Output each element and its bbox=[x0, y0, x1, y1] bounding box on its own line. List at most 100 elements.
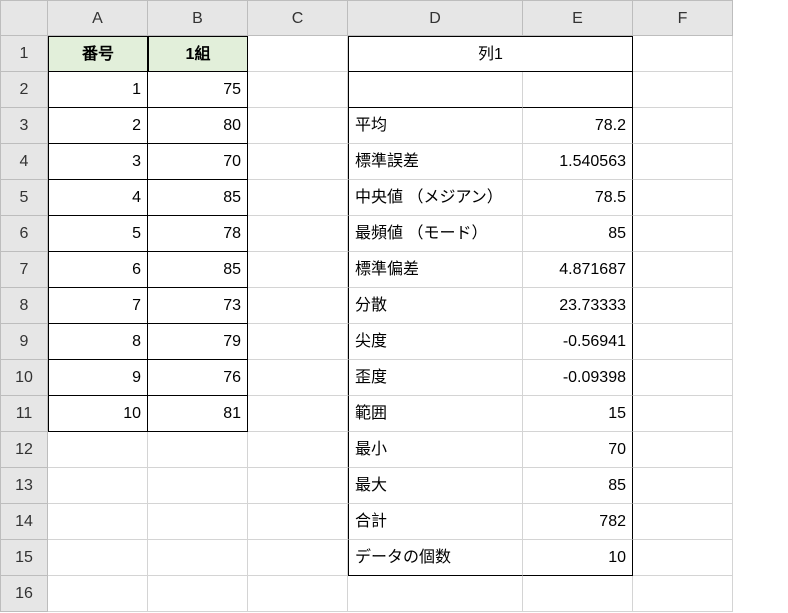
cell-F9[interactable] bbox=[633, 324, 733, 360]
row-header-13[interactable]: 13 bbox=[0, 468, 48, 504]
cell-B12[interactable] bbox=[148, 432, 248, 468]
cell-F4[interactable] bbox=[633, 144, 733, 180]
cell-F10[interactable] bbox=[633, 360, 733, 396]
cell-A3[interactable]: 2 bbox=[48, 108, 148, 144]
row-header-5[interactable]: 5 bbox=[0, 180, 48, 216]
cell-F11[interactable] bbox=[633, 396, 733, 432]
cell-A4[interactable]: 3 bbox=[48, 144, 148, 180]
cell-B6[interactable]: 78 bbox=[148, 216, 248, 252]
stat-value-10: 70 bbox=[523, 432, 633, 468]
cell-F16[interactable] bbox=[633, 576, 733, 612]
stat-value-1: 78.2 bbox=[523, 108, 633, 144]
cell-D16[interactable] bbox=[348, 576, 523, 612]
cell-C11[interactable] bbox=[248, 396, 348, 432]
cell-F8[interactable] bbox=[633, 288, 733, 324]
cell-A5[interactable]: 4 bbox=[48, 180, 148, 216]
stat-value-3: 78.5 bbox=[523, 180, 633, 216]
row-header-4[interactable]: 4 bbox=[0, 144, 48, 180]
cell-C1[interactable] bbox=[248, 36, 348, 72]
cell-B16[interactable] bbox=[148, 576, 248, 612]
cell-C4[interactable] bbox=[248, 144, 348, 180]
cell-F7[interactable] bbox=[633, 252, 733, 288]
stat-label-2: 標準誤差 bbox=[348, 144, 523, 180]
cell-B11[interactable]: 81 bbox=[148, 396, 248, 432]
cell-B14[interactable] bbox=[148, 504, 248, 540]
cell-F3[interactable] bbox=[633, 108, 733, 144]
cell-C12[interactable] bbox=[248, 432, 348, 468]
cell-A8[interactable]: 7 bbox=[48, 288, 148, 324]
row-header-12[interactable]: 12 bbox=[0, 432, 48, 468]
col-header-B[interactable]: B bbox=[148, 0, 248, 36]
header-number[interactable]: 番号 bbox=[48, 36, 148, 72]
cell-B10[interactable]: 76 bbox=[148, 360, 248, 396]
cell-C7[interactable] bbox=[248, 252, 348, 288]
cell-A12[interactable] bbox=[48, 432, 148, 468]
row-header-2[interactable]: 2 bbox=[0, 72, 48, 108]
row-header-6[interactable]: 6 bbox=[0, 216, 48, 252]
cell-C9[interactable] bbox=[248, 324, 348, 360]
corner-cell bbox=[0, 0, 48, 36]
cell-A14[interactable] bbox=[48, 504, 148, 540]
col-header-D[interactable]: D bbox=[348, 0, 523, 36]
cell-A15[interactable] bbox=[48, 540, 148, 576]
cell-B4[interactable]: 70 bbox=[148, 144, 248, 180]
row-header-10[interactable]: 10 bbox=[0, 360, 48, 396]
stat-value-12: 782 bbox=[523, 504, 633, 540]
cell-C16[interactable] bbox=[248, 576, 348, 612]
col-header-C[interactable]: C bbox=[248, 0, 348, 36]
cell-C5[interactable] bbox=[248, 180, 348, 216]
row-header-11[interactable]: 11 bbox=[0, 396, 48, 432]
row-header-9[interactable]: 9 bbox=[0, 324, 48, 360]
cell-C8[interactable] bbox=[248, 288, 348, 324]
row-header-14[interactable]: 14 bbox=[0, 504, 48, 540]
cell-A7[interactable]: 6 bbox=[48, 252, 148, 288]
row-header-15[interactable]: 15 bbox=[0, 540, 48, 576]
spreadsheet-grid[interactable]: ABCDEF1番号1組列121753280平均78.24370標準誤差1.540… bbox=[0, 0, 788, 612]
col-header-E[interactable]: E bbox=[523, 0, 633, 36]
cell-C6[interactable] bbox=[248, 216, 348, 252]
row-header-7[interactable]: 7 bbox=[0, 252, 48, 288]
stat-value-4: 85 bbox=[523, 216, 633, 252]
cell-A2[interactable]: 1 bbox=[48, 72, 148, 108]
cell-A11[interactable]: 10 bbox=[48, 396, 148, 432]
cell-A10[interactable]: 9 bbox=[48, 360, 148, 396]
cell-A6[interactable]: 5 bbox=[48, 216, 148, 252]
col-header-F[interactable]: F bbox=[633, 0, 733, 36]
cell-B2[interactable]: 75 bbox=[148, 72, 248, 108]
cell-C3[interactable] bbox=[248, 108, 348, 144]
cell-E16[interactable] bbox=[523, 576, 633, 612]
cell-C15[interactable] bbox=[248, 540, 348, 576]
cell-B13[interactable] bbox=[148, 468, 248, 504]
row-header-3[interactable]: 3 bbox=[0, 108, 48, 144]
cell-B9[interactable]: 79 bbox=[148, 324, 248, 360]
cell-A9[interactable]: 8 bbox=[48, 324, 148, 360]
cell-C10[interactable] bbox=[248, 360, 348, 396]
cell-B5[interactable]: 85 bbox=[148, 180, 248, 216]
cell-C2[interactable] bbox=[248, 72, 348, 108]
row-header-16[interactable]: 16 bbox=[0, 576, 48, 612]
header-group[interactable]: 1組 bbox=[148, 36, 248, 72]
cell-B3[interactable]: 80 bbox=[148, 108, 248, 144]
cell-F12[interactable] bbox=[633, 432, 733, 468]
row-header-8[interactable]: 8 bbox=[0, 288, 48, 324]
stat-value-8: -0.09398 bbox=[523, 360, 633, 396]
cell-C14[interactable] bbox=[248, 504, 348, 540]
col-header-A[interactable]: A bbox=[48, 0, 148, 36]
cell-B7[interactable]: 85 bbox=[148, 252, 248, 288]
cell-F5[interactable] bbox=[633, 180, 733, 216]
cell-F6[interactable] bbox=[633, 216, 733, 252]
cell-C13[interactable] bbox=[248, 468, 348, 504]
cell-F14[interactable] bbox=[633, 504, 733, 540]
cell-F1[interactable] bbox=[633, 36, 733, 72]
cell-F2[interactable] bbox=[633, 72, 733, 108]
cell-F15[interactable] bbox=[633, 540, 733, 576]
row-header-1[interactable]: 1 bbox=[0, 36, 48, 72]
cell-B8[interactable]: 73 bbox=[148, 288, 248, 324]
cell-F13[interactable] bbox=[633, 468, 733, 504]
stat-label-3: 中央値 （メジアン） bbox=[348, 180, 523, 216]
cell-A16[interactable] bbox=[48, 576, 148, 612]
stat-value-6: 23.73333 bbox=[523, 288, 633, 324]
cell-B15[interactable] bbox=[148, 540, 248, 576]
cell-A13[interactable] bbox=[48, 468, 148, 504]
stat-label-1: 平均 bbox=[348, 108, 523, 144]
